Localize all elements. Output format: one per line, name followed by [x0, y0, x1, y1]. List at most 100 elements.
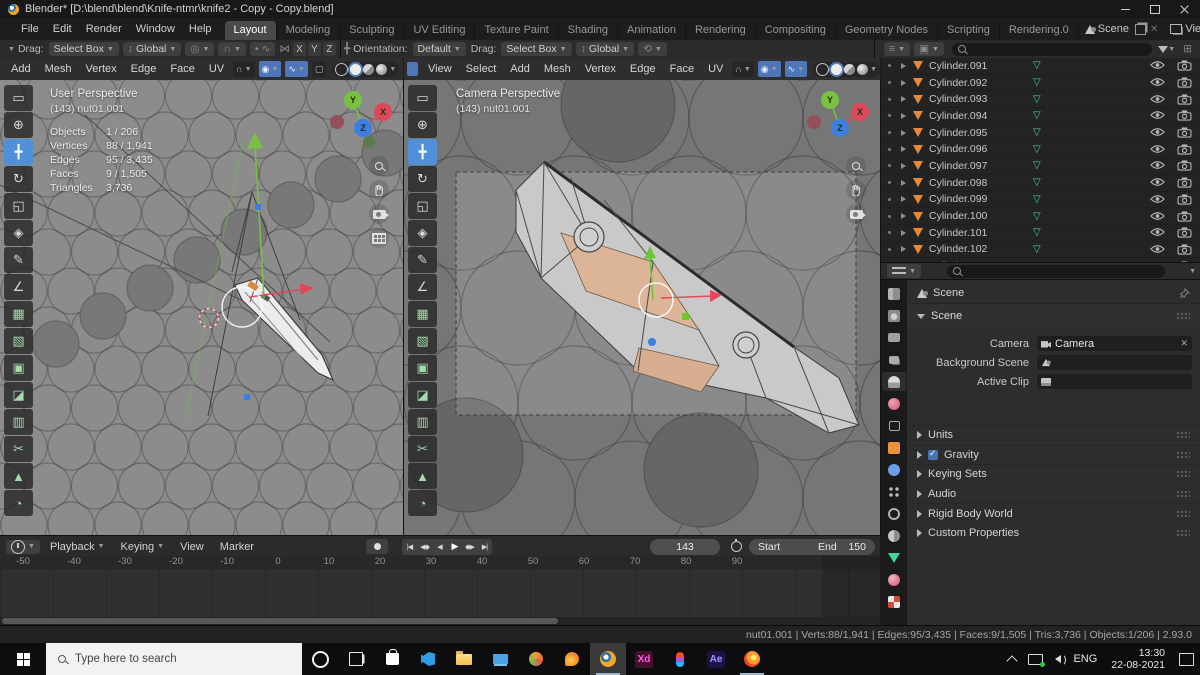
hide-eye-icon[interactable] — [1150, 144, 1165, 154]
properties-tab[interactable] — [882, 394, 906, 413]
action-center-icon[interactable] — [1173, 643, 1200, 675]
hide-eye-icon[interactable] — [1150, 110, 1165, 120]
disable-render-icon[interactable] — [1177, 160, 1192, 171]
timeline-menu[interactable]: Marker — [212, 541, 262, 553]
clock[interactable]: 13:30 22-08-2021 — [1103, 647, 1173, 671]
wireframe-shading-icon[interactable] — [816, 63, 829, 76]
drag-handle[interactable] — [1176, 431, 1190, 439]
camera-view-icon[interactable] — [846, 204, 866, 224]
orthographic-grid-icon[interactable] — [369, 228, 389, 248]
axis-gizmo[interactable]: Y X Z — [806, 84, 870, 148]
disable-render-icon[interactable] — [1177, 227, 1192, 238]
properties-tab[interactable] — [882, 372, 906, 391]
drag-handle[interactable] — [1176, 451, 1190, 459]
checkbox-checked-icon[interactable] — [928, 450, 938, 460]
tool-button[interactable]: ✎ — [408, 247, 437, 273]
tool-button[interactable]: ◈ — [4, 220, 33, 246]
viewport-menu[interactable]: Edge — [124, 63, 164, 75]
tool-button[interactable]: ⊕ — [408, 112, 437, 138]
viewport-left[interactable]: ▭⊕╋↻◱◈✎∠▦▧▣◪▥✂▲◔ User Perspective (143) … — [0, 80, 404, 535]
disable-render-icon[interactable] — [1177, 77, 1192, 88]
viewport-menu[interactable]: UV — [202, 63, 231, 75]
properties-panel-header[interactable]: Custom Properties — [907, 523, 1200, 543]
tool-button[interactable]: ▧ — [408, 328, 437, 354]
taskbar-search-input[interactable]: Type here to search — [46, 643, 302, 675]
tool-button[interactable]: ◪ — [408, 382, 437, 408]
tool-button[interactable]: ▲ — [408, 463, 437, 489]
outliner-row[interactable]: Cylinder.096 ▽ — [881, 141, 1200, 158]
properties-tab[interactable] — [882, 438, 906, 457]
menu-item[interactable]: Help — [182, 23, 219, 35]
overlays-icon[interactable]: ▢ — [312, 61, 327, 77]
pan-hand-icon[interactable] — [846, 180, 866, 200]
timeline-track[interactable] — [0, 569, 880, 617]
tool-button[interactable]: ▥ — [4, 409, 33, 435]
hide-eye-icon[interactable] — [1150, 211, 1165, 221]
tool-button[interactable]: ✎ — [4, 247, 33, 273]
expand-arrow-icon[interactable] — [901, 213, 906, 219]
tool-button[interactable]: ✂ — [4, 436, 33, 462]
timeline-menu[interactable]: Playback▼ — [42, 541, 113, 553]
hide-eye-icon[interactable] — [1150, 227, 1165, 237]
drag-handle[interactable] — [1176, 510, 1190, 518]
tool-button[interactable]: ⊕ — [4, 112, 33, 138]
outliner-filter-icon[interactable]: ▣▼ — [914, 42, 944, 56]
viewport-right[interactable]: ▭⊕╋↻◱◈✎∠▦▧▣◪▥✂▲◔ Camera Perspective (143… — [404, 80, 881, 535]
options-chevron-icon[interactable]: ▼ — [1189, 268, 1196, 275]
viewport-menu[interactable]: Vertex — [78, 63, 123, 75]
outliner-row[interactable]: Cylinder.098 ▽ — [881, 175, 1200, 192]
current-frame-field[interactable]: 143 — [650, 539, 720, 555]
tool-button[interactable]: ▭ — [4, 85, 33, 111]
properties-tab[interactable] — [882, 350, 906, 369]
disable-render-icon[interactable] — [1177, 110, 1192, 121]
close-button[interactable] — [1170, 0, 1200, 18]
properties-panel-header[interactable]: Gravity — [907, 445, 1200, 465]
auto-key-record-button[interactable] — [366, 539, 388, 554]
tool-button[interactable]: ╋ — [4, 139, 33, 165]
wireframe-shading-icon[interactable] — [335, 63, 348, 76]
viewport-menu[interactable]: Add — [4, 63, 38, 75]
viewport-menu[interactable]: Edge — [623, 63, 663, 75]
hide-eye-icon[interactable] — [1150, 177, 1165, 187]
properties-tab[interactable] — [882, 284, 906, 303]
disable-render-icon[interactable] — [1177, 211, 1192, 222]
tool-button[interactable]: ▥ — [408, 409, 437, 435]
disable-render-icon[interactable] — [1177, 60, 1192, 71]
background-scene-field[interactable] — [1037, 355, 1192, 370]
taskbar-app-icon[interactable] — [662, 643, 698, 675]
jump-to-end-button[interactable]: ▶| — [477, 543, 492, 551]
taskbar-app-icon[interactable] — [734, 643, 770, 675]
volume-icon[interactable] — [1049, 643, 1067, 675]
maximize-button[interactable] — [1140, 0, 1170, 18]
taskbar-app-icon[interactable]: Xd — [626, 643, 662, 675]
tool-button[interactable]: ∠ — [408, 274, 437, 300]
snap-magnet-icon[interactable]: ∩▼ — [233, 61, 254, 77]
properties-tab[interactable] — [882, 328, 906, 347]
outliner-row[interactable]: Cylinder.095 ▽ — [881, 125, 1200, 142]
expand-arrow-icon[interactable] — [901, 180, 906, 186]
menu-item[interactable]: Window — [129, 23, 182, 35]
workspace-tab[interactable]: Modeling — [277, 21, 341, 40]
rendered-shading-icon[interactable] — [376, 64, 387, 75]
end-frame-field[interactable]: End150 — [809, 539, 875, 555]
unlink-scene-icon[interactable]: ✕ — [1150, 24, 1158, 35]
disable-render-icon[interactable] — [1177, 177, 1192, 188]
tool-button[interactable]: ↻ — [4, 166, 33, 192]
properties-tab[interactable] — [882, 460, 906, 479]
clear-x-icon[interactable]: ✕ — [1180, 338, 1188, 349]
viewport-menu[interactable]: Mesh — [537, 63, 578, 75]
viewport-menu[interactable]: UV — [701, 63, 730, 75]
outliner-row[interactable]: Cylinder.094 ▽ — [881, 108, 1200, 125]
outliner-search-input[interactable] — [952, 43, 1152, 56]
pivot-dropdown-right[interactable]: ↕Global▼ — [576, 42, 635, 56]
workspace-tab[interactable]: Rendering.0 — [1000, 21, 1079, 40]
proportional-edit-icon[interactable]: ◉▼ — [758, 61, 781, 77]
tool-button[interactable]: ◔ — [408, 490, 437, 516]
properties-tab[interactable] — [882, 548, 906, 567]
scene-selector[interactable]: Scene ✕ — [1079, 23, 1165, 35]
timeline-menu[interactable]: Keying▼ — [113, 541, 173, 553]
pin-icon[interactable] — [1179, 288, 1190, 299]
hide-eye-icon[interactable] — [1150, 244, 1165, 254]
timeline-scrollbar[interactable] — [0, 617, 880, 625]
solid-shading-icon[interactable] — [831, 64, 842, 75]
